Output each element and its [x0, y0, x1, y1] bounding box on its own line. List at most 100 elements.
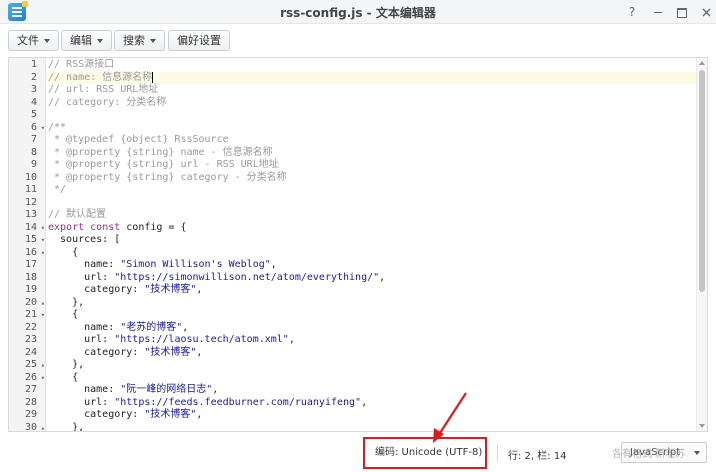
line-number-text: 16 [24, 246, 37, 258]
line-number-text: 12 [24, 196, 37, 208]
code-line[interactable]: sources: [ [46, 234, 696, 247]
code-token: "技术博客" [144, 346, 197, 358]
code-line[interactable]: // name: 信息源名称 [46, 71, 696, 84]
search-menu-button[interactable]: 搜索 [114, 30, 165, 51]
code-token: const [90, 221, 121, 233]
edit-menu-button[interactable]: 编辑 [61, 30, 112, 51]
cursor-position-status: 行: 2, 栏: 14 [508, 451, 567, 462]
fold-toggle-icon[interactable]: ▾ [41, 309, 45, 322]
code-line[interactable]: { [46, 309, 696, 322]
code-line-content: sources: [ [46, 234, 120, 245]
code-line-content: url: "https://laosu.tech/atom.xml", [46, 334, 295, 345]
code-line[interactable]: }, [46, 297, 696, 310]
code-line-content: /** [46, 122, 66, 133]
line-number: 20 ▴ [9, 297, 46, 310]
code-line-content: { [46, 247, 78, 258]
close-button[interactable] [696, 2, 716, 22]
code-line[interactable]: // category: 分类名称 [46, 97, 696, 110]
line-number: 18 [9, 272, 46, 285]
line-number: 30 ▴ [9, 422, 46, 432]
line-number-text: 19 [24, 284, 37, 295]
code-token: "https://feeds.feedburner.com/ruanyifeng… [114, 396, 362, 408]
vertical-scrollbar[interactable] [696, 58, 707, 431]
help-button[interactable]: ? [622, 2, 642, 22]
code-token: // name: 信息源名称 [48, 72, 153, 83]
code-line[interactable]: name: "Simon Willison's Weblog", [46, 259, 696, 272]
scroll-down-icon[interactable] [699, 424, 705, 428]
code-line[interactable]: name: "阮一峰的网络日志", [46, 384, 696, 397]
code-line[interactable]: }, [46, 359, 696, 372]
code-line[interactable]: export const config = { [46, 222, 696, 235]
code-line[interactable]: // RSS源接口 [46, 59, 696, 72]
line-number-text: 5 [30, 109, 37, 120]
scroll-up-icon[interactable] [699, 61, 705, 65]
code-line[interactable] [46, 197, 696, 210]
line-number-gutter: 1 2 3 4 5 6 ▾ 7 8 9 10 11 12 13 14 ▾ 15 ▾ 16 ▾ 17 18 19 20 ▴ 21 ▾ 2… [9, 58, 46, 431]
preferences-button[interactable]: 偏好设置 [168, 30, 230, 51]
fold-toggle-icon[interactable]: ▾ [41, 234, 45, 247]
code-token: export [48, 221, 85, 233]
line-number: 9 [9, 159, 46, 172]
code-token: }, [48, 359, 85, 370]
code-line-content: }, [46, 422, 84, 432]
scrollbar-thumb[interactable] [699, 70, 705, 292]
chevron-down-icon [97, 39, 103, 43]
fold-toggle-icon[interactable]: ▾ [41, 222, 45, 235]
encoding-status[interactable]: 编码: Unicode (UTF-8) [363, 437, 487, 469]
maximize-button[interactable] [672, 2, 692, 22]
code-line-content: name: "Simon Willison's Weblog", [46, 259, 277, 270]
code-line[interactable]: /** [46, 122, 696, 135]
code-token: category: [48, 346, 145, 358]
watermark-text: 各有格式 新老苏 [612, 449, 686, 460]
code-editor[interactable]: 1 2 3 4 5 6 ▾ 7 8 9 10 11 12 13 14 ▾ 15 ▾ 16 ▾ 17 18 19 20 ▴ 21 ▾ 2… [8, 57, 708, 432]
code-line[interactable]: url: "https://laosu.tech/atom.xml", [46, 334, 696, 347]
code-line-content: * @typedef {object} RssSource [46, 134, 229, 145]
file-menu-button[interactable]: 文件 [8, 30, 59, 51]
fold-toggle-icon[interactable]: ▾ [41, 372, 45, 385]
fold-toggle-icon[interactable]: ▾ [41, 247, 45, 260]
line-number-text: 4 [30, 96, 37, 108]
line-number: 25 ▴ [9, 359, 46, 372]
code-line[interactable]: }, [46, 422, 696, 432]
code-token: category: [48, 284, 145, 295]
code-token: // 默认配置 [48, 209, 107, 220]
code-line[interactable]: // url: RSS URL地址 [46, 84, 696, 97]
code-line[interactable]: * @property {string} url - RSS URL地址 [46, 159, 696, 172]
status-bar: 编码: Unicode (UTF-8) 行: 2, 栏: 14 JavaScri… [0, 432, 716, 472]
code-token: , [379, 271, 386, 283]
code-line[interactable]: * @property {string} category - 分类名称 [46, 172, 696, 185]
minimize-button[interactable] [648, 2, 668, 22]
fold-toggle-icon[interactable]: ▴ [41, 422, 45, 432]
line-number-text: 13 [24, 209, 37, 220]
code-line[interactable]: { [46, 372, 696, 385]
line-number: 4 [9, 97, 46, 110]
code-line[interactable]: category: "技术博客", [46, 409, 696, 422]
line-number: 14 ▾ [9, 222, 46, 235]
code-line[interactable]: * @property {string} name - 信息源名称 [46, 147, 696, 160]
code-token: , [196, 284, 203, 295]
code-line[interactable]: category: "技术博客", [46, 347, 696, 360]
line-number-text: 23 [24, 334, 37, 345]
line-number: 27 [9, 384, 46, 397]
code-line[interactable]: url: "https://simonwillison.net/atom/eve… [46, 272, 696, 285]
fold-toggle-icon[interactable]: ▴ [41, 359, 45, 372]
code-line[interactable]: url: "https://feeds.feedburner.com/ruany… [46, 397, 696, 410]
fold-toggle-icon[interactable]: ▾ [41, 122, 45, 135]
line-number-text: 27 [24, 384, 37, 395]
code-text-area[interactable]: // RSS源接口 // name: 信息源名称// url: RSS URL地址… [46, 58, 696, 431]
line-number-text: 2 [30, 71, 37, 83]
code-line[interactable]: category: "技术博客", [46, 284, 696, 297]
code-line[interactable]: name: "老苏的博客", [46, 322, 696, 335]
fold-toggle-icon[interactable]: ▴ [41, 297, 45, 310]
code-line[interactable]: // 默认配置 [46, 209, 696, 222]
code-line[interactable] [46, 109, 696, 122]
code-token: * @property {string} category - 分类名称 [48, 171, 287, 183]
line-number-text: 20 [24, 296, 37, 308]
code-line[interactable]: */ [46, 184, 696, 197]
code-token: name: [48, 321, 121, 333]
code-line[interactable]: { [46, 247, 696, 260]
text-cursor [152, 71, 154, 83]
close-icon [702, 8, 710, 17]
code-line[interactable]: * @typedef {object} RssSource [46, 134, 696, 147]
preferences-label: 偏好设置 [177, 34, 221, 47]
